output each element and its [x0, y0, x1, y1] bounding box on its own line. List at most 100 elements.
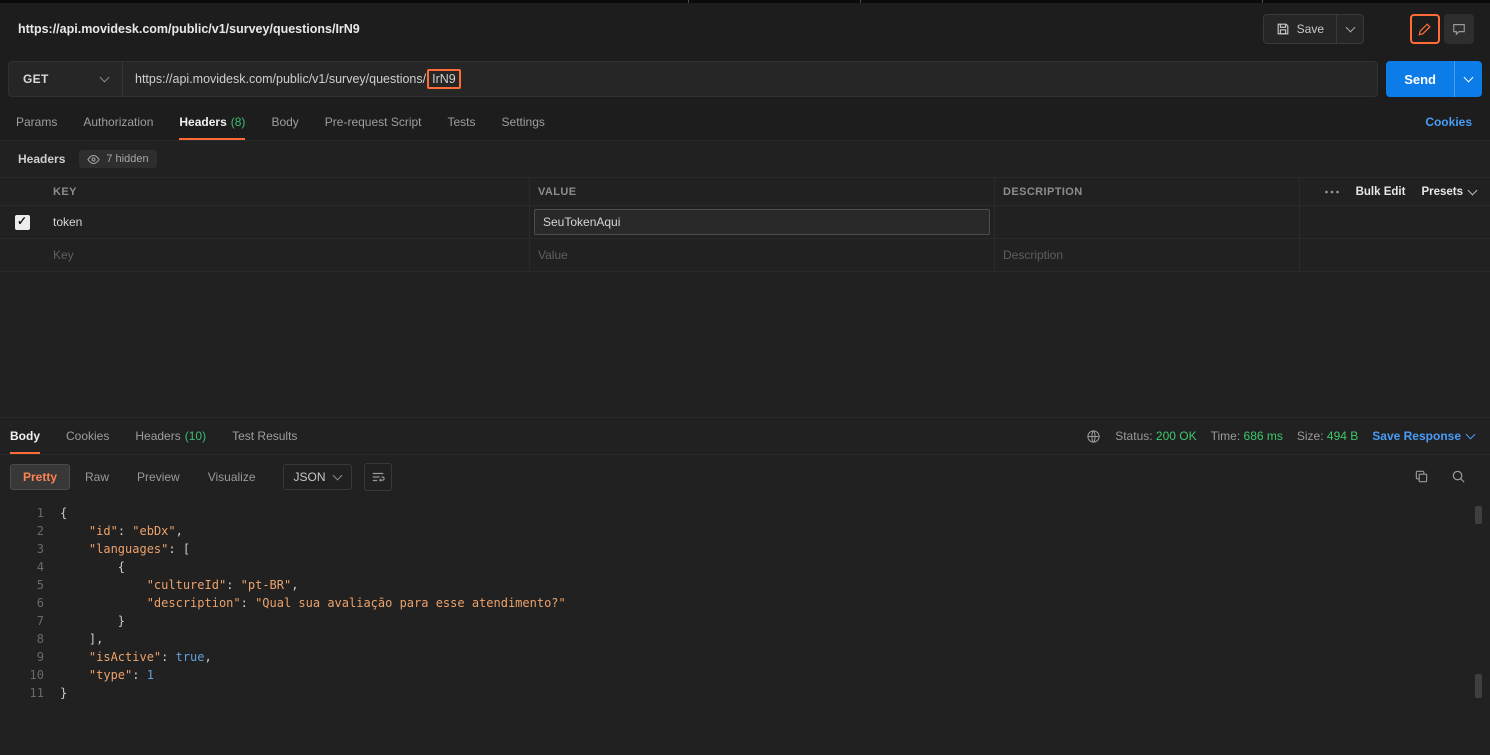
scrollbar-thumb[interactable]: [1475, 674, 1482, 698]
hidden-headers-count: 7 hidden: [106, 153, 149, 165]
send-button-group: Send: [1386, 61, 1482, 97]
value-placeholder-cell[interactable]: Value: [530, 239, 995, 271]
chevron-down-icon: [1467, 185, 1478, 195]
value-cell: SeuTokenAqui: [530, 206, 995, 238]
tab-label: Visualize: [207, 469, 256, 484]
line-number: 2: [36, 524, 44, 538]
copy-icon[interactable]: [1414, 469, 1429, 484]
response-tab-cookies[interactable]: Cookies: [66, 418, 109, 454]
eye-icon: [87, 154, 101, 165]
edit-button[interactable]: [1410, 14, 1440, 44]
hidden-headers-toggle[interactable]: 7 hidden: [79, 150, 157, 168]
line-number: 9: [36, 650, 44, 664]
headers-table-header-row: KEY VALUE DESCRIPTION Bulk Edit Presets: [0, 177, 1490, 206]
key-column-header: KEY: [45, 178, 530, 205]
method-select[interactable]: GET: [9, 62, 123, 96]
request-tabs-bar: Params Authorization Headers (8) Body Pre-req…: [0, 103, 1490, 141]
headers-table: KEY VALUE DESCRIPTION Bulk Edit Presets …: [0, 177, 1490, 272]
response-tab-headers[interactable]: Headers (10): [135, 418, 206, 454]
workspace-tab-strip: [0, 0, 1490, 3]
tab-label: Headers: [135, 429, 181, 443]
presets-button[interactable]: Presets: [1421, 185, 1478, 198]
request-tab-pre-request-script[interactable]: Pre-request Script: [325, 103, 422, 140]
tab-label: Headers: [179, 114, 227, 129]
code-line-11: }: [60, 686, 68, 700]
tab-label: Raw: [85, 469, 110, 484]
more-options-icon[interactable]: [1324, 189, 1340, 195]
save-options-button[interactable]: [1337, 15, 1363, 43]
code-line-6: "description": "Qual sua avaliação para …: [146, 596, 566, 610]
save-button-group: Save: [1262, 14, 1364, 44]
size-value: 494 B: [1326, 429, 1359, 443]
request-tab-authorization[interactable]: Authorization: [83, 103, 153, 140]
tab-count: (8): [230, 114, 246, 129]
view-tab-visualize[interactable]: Visualize: [195, 464, 269, 490]
chevron-down-icon: [332, 470, 342, 480]
response-tabs: Body Cookies Headers (10) Test Results: [10, 418, 297, 454]
tab-divider: [1262, 0, 1263, 3]
send-options-button[interactable]: [1454, 61, 1482, 97]
save-label: Save: [1296, 22, 1324, 36]
tab-label: Pretty: [23, 469, 58, 484]
tab-label: Params: [16, 114, 58, 129]
url-text: https://api.movidesk.com/public/v1/surve…: [135, 72, 427, 86]
headers-section-title: Headers: [18, 152, 66, 166]
row-checkbox[interactable]: [15, 214, 30, 230]
wrap-text-button[interactable]: [363, 462, 392, 491]
response-toolbar-actions: [1414, 469, 1466, 484]
line-number: 3: [36, 542, 44, 556]
view-tab-pretty[interactable]: Pretty: [10, 463, 71, 490]
request-tab-tests[interactable]: Tests: [448, 103, 476, 140]
send-button[interactable]: Send: [1386, 61, 1454, 97]
cookies-link[interactable]: Cookies: [1425, 115, 1472, 129]
line-number: 4: [36, 560, 44, 574]
table-actions: Bulk Edit Presets: [1300, 185, 1490, 198]
request-tab-headers[interactable]: Headers (8): [179, 103, 246, 140]
value-input[interactable]: SeuTokenAqui: [534, 209, 990, 235]
tab-label: Preview: [137, 469, 180, 484]
topbar-actions: Save: [1262, 14, 1474, 44]
url-highlight-annotation: IrN9: [427, 69, 461, 89]
response-json-code: { "id": "ebDx", "languages": [ { "cultur…: [60, 504, 566, 755]
scrollbar-thumb[interactable]: [1475, 506, 1482, 524]
key-placeholder-cell[interactable]: Key: [45, 239, 530, 271]
tab-label: Authorization: [83, 114, 154, 129]
comments-button[interactable]: [1444, 14, 1474, 44]
tab-label: Tests: [447, 114, 476, 129]
headers-section-header: Headers 7 hidden: [0, 141, 1490, 177]
network-icon[interactable]: [1086, 429, 1101, 444]
key-cell[interactable]: token: [45, 206, 530, 238]
url-input[interactable]: https://api.movidesk.com/public/v1/surve…: [123, 62, 1377, 96]
request-tab-settings[interactable]: Settings: [502, 103, 545, 140]
view-tab-preview[interactable]: Preview: [124, 464, 193, 490]
tab-label: Body: [10, 429, 40, 443]
pencil-icon: [1418, 22, 1432, 36]
search-icon[interactable]: [1451, 469, 1466, 484]
header-row-placeholder: Key Value Description: [0, 239, 1490, 272]
save-response-button[interactable]: Save Response: [1372, 429, 1476, 443]
view-tab-raw[interactable]: Raw: [72, 464, 122, 490]
request-tabs: Params Authorization Headers (8) Body Pre-req…: [16, 103, 545, 140]
tab-label: Body: [271, 114, 299, 129]
comments-icon: [1452, 22, 1466, 36]
response-section: Body Cookies Headers (10) Test Results Statu…: [0, 417, 1490, 755]
line-number: 7: [36, 614, 44, 628]
tab-count: (10): [184, 429, 207, 443]
chevron-down-icon: [1465, 429, 1476, 440]
code-line-10: "type": 1: [88, 668, 154, 682]
description-cell[interactable]: [995, 206, 1300, 238]
save-button[interactable]: Save: [1264, 15, 1336, 43]
request-tab-params[interactable]: Params: [16, 103, 57, 140]
line-number: 6: [36, 596, 44, 610]
response-tab-test-results[interactable]: Test Results: [232, 418, 297, 454]
format-select[interactable]: JSON: [282, 463, 352, 490]
tab-label: Test Results: [232, 429, 298, 443]
description-placeholder-cell[interactable]: Description: [995, 239, 1300, 271]
response-tab-body[interactable]: Body: [10, 418, 40, 454]
line-number-gutter: 1 2 3 4 5 6 7 8 9 10 11: [0, 504, 46, 755]
request-tab-body[interactable]: Body: [271, 103, 298, 140]
bulk-edit-button[interactable]: Bulk Edit: [1356, 186, 1406, 198]
presets-label: Presets: [1421, 185, 1463, 198]
response-meta: Status: 200 OK Time: 686 ms Size: 494 B …: [1086, 418, 1476, 454]
tab-label: Cookies: [66, 429, 110, 443]
